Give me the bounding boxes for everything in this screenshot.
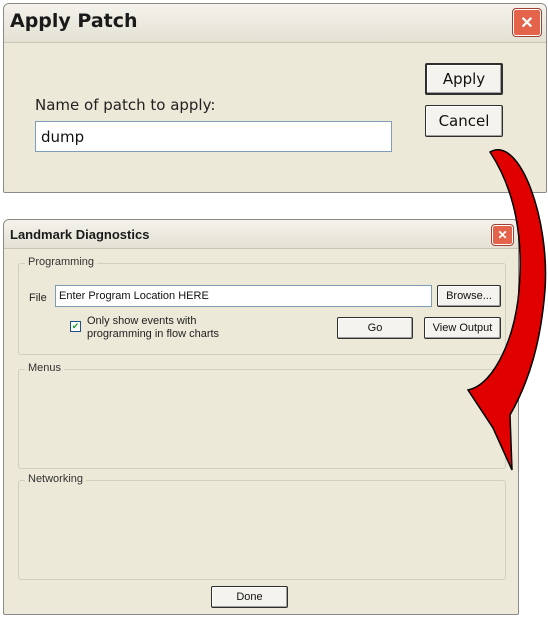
curved-arrow-shape xyxy=(466,149,547,471)
curved-arrow-icon xyxy=(466,149,547,471)
